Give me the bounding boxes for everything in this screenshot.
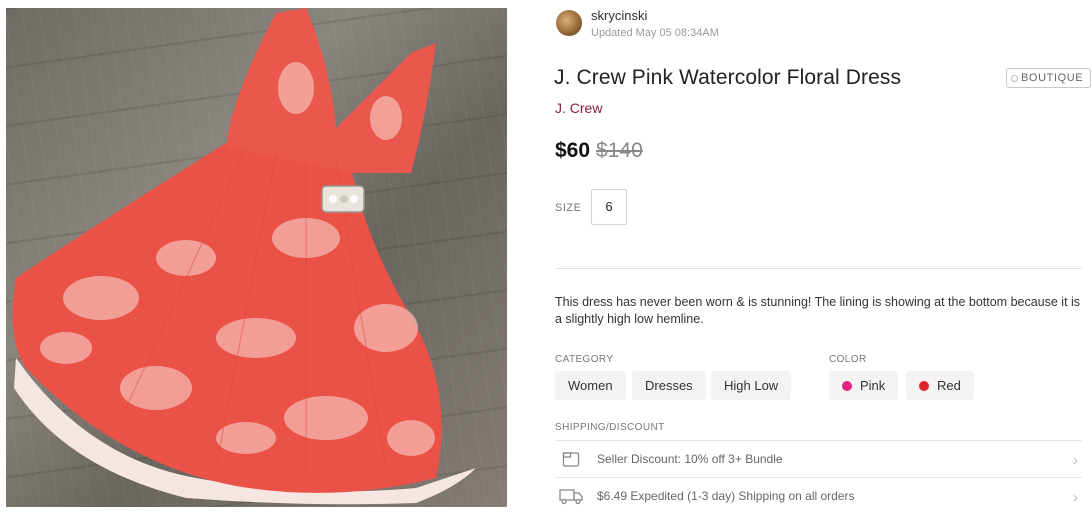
seller-username[interactable]: skrycinski (591, 8, 719, 23)
color-chip-pink[interactable]: Pink (829, 371, 899, 400)
divider (555, 268, 1082, 269)
seller-discount-text: Seller Discount: 10% off 3+ Bundle (597, 452, 783, 466)
shipping-text: $6.49 Expedited (1-3 day) Shipping on al… (597, 489, 855, 503)
size-label: SIZE (555, 202, 582, 214)
current-price: $60 (555, 139, 591, 162)
dress-illustration (12, 8, 476, 505)
chevron-right-icon: › (1073, 452, 1078, 469)
pink-swatch (842, 381, 852, 391)
category-label: CATEGORY (555, 354, 614, 365)
category-chip-women[interactable]: Women (555, 371, 626, 400)
red-swatch (919, 381, 929, 391)
seller-discount-row[interactable]: Seller Discount: 10% off 3+ Bundle › (555, 440, 1082, 477)
listing-description: This dress has never been worn & is stun… (555, 295, 1081, 326)
category-chip-dresses[interactable]: Dresses (632, 371, 706, 400)
color-chip-red[interactable]: Red (906, 371, 974, 400)
updated-timestamp: Updated May 05 08:34AM (591, 27, 719, 39)
listing-title: J. Crew Pink Watercolor Floral Dress (554, 66, 902, 89)
size-button[interactable]: 6 (591, 189, 627, 225)
original-price: $140 (596, 139, 643, 162)
color-name: Red (937, 378, 961, 393)
seller-header: skrycinski Updated May 05 08:34AM (556, 8, 719, 39)
category-chip-high-low[interactable]: High Low (711, 371, 792, 400)
color-name: Pink (860, 378, 886, 393)
shipping-row[interactable]: $6.49 Expedited (1-3 day) Shipping on al… (555, 477, 1082, 514)
color-label: COLOR (829, 354, 867, 365)
product-photo[interactable] (6, 8, 507, 507)
avatar[interactable] (556, 10, 582, 36)
price-block: $60 $140 (555, 139, 643, 163)
boutique-badge: BOUTIQUE (1006, 68, 1092, 88)
shipping-label: SHIPPING/DISCOUNT (555, 422, 665, 433)
bundle-icon (559, 449, 583, 469)
truck-icon (559, 486, 583, 506)
brand-link[interactable]: J. Crew (555, 100, 602, 116)
chevron-right-icon: › (1073, 489, 1078, 506)
